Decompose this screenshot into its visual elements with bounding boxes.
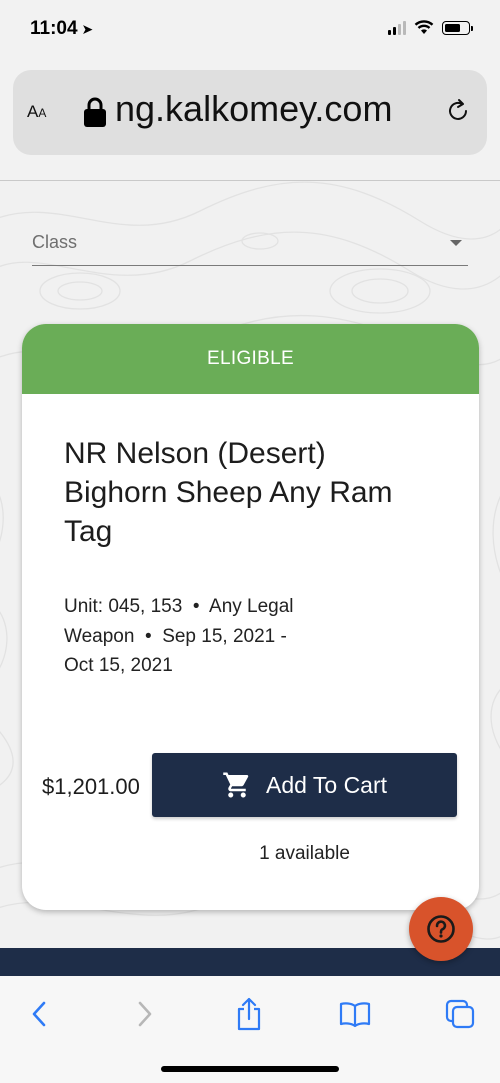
clock-text: 11:04 [30, 18, 78, 39]
class-select[interactable]: Class [32, 224, 468, 266]
tag-title: NR Nelson (Desert) Bighorn Sheep Any Ram… [64, 434, 444, 551]
add-to-cart-label: Add To Cart [265, 771, 388, 798]
class-label: Class [32, 232, 78, 252]
caret-down-icon [450, 240, 462, 246]
text-size-button[interactable]: AA [27, 102, 46, 122]
help-icon [427, 915, 455, 943]
tag-title-line: Tag [64, 515, 113, 548]
share-icon [237, 997, 261, 1031]
tag-title-line: Bighorn Sheep Any Ram [64, 476, 393, 509]
shopping-cart-icon [223, 772, 249, 798]
browser-toolbar [0, 976, 500, 1083]
tabs-icon [445, 999, 475, 1029]
availability-text: 1 available [259, 843, 350, 864]
lock-icon [84, 97, 106, 127]
wifi-icon [414, 20, 434, 34]
status-time: 11:04 ➤ [30, 18, 93, 40]
page-content: Class ELIGIBLE NR Nelson (Desert) Bighor… [0, 181, 500, 948]
reload-icon[interactable] [445, 98, 471, 124]
text-size-large: A [38, 106, 47, 120]
status-indicators [388, 20, 473, 35]
forward-icon [138, 1001, 152, 1027]
bookmarks-icon [339, 1002, 371, 1028]
tabs-button[interactable] [440, 994, 480, 1034]
help-button[interactable] [409, 897, 473, 961]
back-button[interactable] [19, 994, 59, 1034]
tag-detail-line: Unit: 045, 153 • Any Legal [64, 596, 294, 617]
cellular-signal-icon [388, 20, 406, 35]
tag-detail-line: Oct 15, 2021 [64, 655, 173, 676]
back-icon [32, 1001, 46, 1027]
text-size-small: A [27, 102, 39, 121]
tag-details: Unit: 045, 153 • Any Legal Weapon • Sep … [64, 592, 364, 681]
tag-title-line: NR Nelson (Desert) [64, 437, 326, 470]
tag-detail-line: Weapon • Sep 15, 2021 - [64, 625, 287, 647]
eligibility-badge: ELIGIBLE [22, 324, 479, 394]
tag-card: ELIGIBLE NR Nelson (Desert) Bighorn Shee… [22, 324, 479, 910]
status-bar: 11:04 ➤ [0, 0, 500, 60]
url-text[interactable]: ng.kalkomey.com [115, 88, 433, 130]
battery-icon [442, 20, 473, 35]
share-button[interactable] [229, 994, 269, 1034]
add-to-cart-button[interactable]: Add To Cart [152, 753, 457, 817]
address-bar[interactable]: AA ng.kalkomey.com [13, 70, 487, 155]
location-arrow-icon: ➤ [81, 21, 94, 37]
home-indicator [161, 1066, 339, 1072]
tag-price: $1,201.00 [42, 774, 140, 799]
forward-button[interactable] [125, 994, 165, 1034]
bookmarks-button[interactable] [335, 994, 375, 1034]
